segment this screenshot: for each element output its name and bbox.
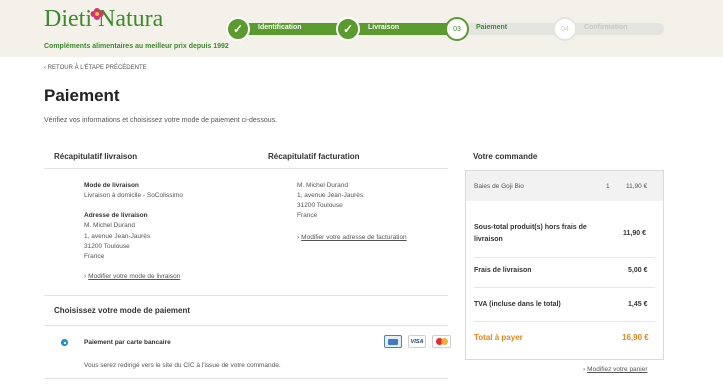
billing-address-line: France xyxy=(297,212,318,219)
brand-part-1: Dieti xyxy=(44,6,92,32)
divider xyxy=(474,257,655,258)
divider xyxy=(44,168,448,169)
step-4-number: 04 xyxy=(553,17,577,41)
step-2-label: Livraison xyxy=(368,24,400,31)
step-1-check-icon: ✓ xyxy=(226,17,250,41)
subtotal-label: Sous-total produit(s) hors frais de xyxy=(474,224,587,231)
brand-part-2: Natura xyxy=(98,6,164,32)
flower-logo-icon xyxy=(90,8,104,20)
tagline: Compléments alimentaires au meilleur pri… xyxy=(44,43,229,50)
shipping-label: Frais de livraison xyxy=(474,267,532,274)
delivery-mode-value: Livraison à domicile - SoColissimo xyxy=(84,192,183,199)
order-item-row: Baies de Goji Bio 1 11,90 € xyxy=(466,171,663,201)
chevron-right-icon: › xyxy=(297,234,300,241)
billing-summary-title: Récapitulatif facturation xyxy=(268,152,360,161)
intro-text: Vérifiez vos informations et choisissez … xyxy=(44,117,278,124)
tva-label: TVA (incluse dans le total) xyxy=(474,301,561,308)
order-summary-title: Votre commande xyxy=(473,152,538,161)
back-link[interactable]: ‹ RETOUR À L'ÉTAPE PRÉCÉDENTE xyxy=(44,65,147,71)
delivery-address-label: Adresse de livraison xyxy=(84,212,148,219)
step-4-label: Confirmation xyxy=(584,24,628,31)
header: Dieti Natura Compléments alimentaires au… xyxy=(0,0,723,57)
divider xyxy=(474,321,655,322)
modify-cart-label: Modifiez votre panier xyxy=(587,366,648,373)
divider xyxy=(44,378,448,379)
card-payment-note: Vous serez redirigé vers le site du CIC … xyxy=(84,362,281,369)
divider xyxy=(44,295,448,296)
order-item-price: 11,90 € xyxy=(626,183,648,190)
checkout-progress: ✓ Identification ✓ Livraison 03 Paiement… xyxy=(226,17,666,41)
divider xyxy=(44,325,448,326)
back-link-label: RETOUR À L'ÉTAPE PRÉCÉDENTE xyxy=(47,65,147,71)
billing-address-line: 1, avenue Jean-Jaurès xyxy=(297,192,364,199)
tva-value: 1,45 € xyxy=(628,301,648,308)
modify-billing-link[interactable]: › Modifier votre adresse de facturation xyxy=(297,234,407,241)
visa-card-icon: VISA xyxy=(408,335,426,348)
total-value: 16,90 € xyxy=(622,333,649,342)
cb-card-icon xyxy=(384,335,402,348)
delivery-address-line: M. Michel Durand xyxy=(84,222,135,229)
logo[interactable]: Dieti Natura Compléments alimentaires au… xyxy=(44,5,229,50)
subtotal-value: 11,90 € xyxy=(623,230,646,237)
delivery-address-line: France xyxy=(84,253,105,260)
chevron-right-icon: › xyxy=(84,273,87,280)
card-payment-label[interactable]: Paiement par carte bancaire xyxy=(84,338,171,348)
card-payment-radio[interactable] xyxy=(61,339,68,346)
divider xyxy=(474,287,655,288)
modify-delivery-link[interactable]: › Modifier votre mode de livraison xyxy=(84,273,180,280)
delivery-address-line: 31200 Toulouse xyxy=(84,243,130,250)
delivery-summary-title: Récapitulatif livraison xyxy=(54,152,138,161)
modify-cart-link[interactable]: › Modifiez votre panier xyxy=(583,366,648,373)
chevron-right-icon: › xyxy=(583,366,586,373)
order-summary-box: Baies de Goji Bio 1 11,90 € Sous-total p… xyxy=(465,170,664,360)
page-title: Paiement xyxy=(44,86,120,105)
order-item-qty: 1 xyxy=(606,183,610,190)
modify-delivery-label: Modifier votre mode de livraison xyxy=(88,273,181,280)
billing-address-line: 31200 Toulouse xyxy=(297,202,343,209)
delivery-mode-label: Mode de livraison xyxy=(84,182,139,189)
order-item-name: Baies de Goji Bio xyxy=(474,183,524,190)
shipping-value: 5,00 € xyxy=(628,267,648,274)
step-3-number: 03 xyxy=(445,17,469,41)
step-3-label: Paiement xyxy=(476,24,508,31)
delivery-address-line: 1, avenue Jean-Jaurès xyxy=(84,233,151,240)
total-label: Total à payer xyxy=(474,333,523,342)
mastercard-icon xyxy=(432,335,451,348)
modify-billing-label: Modifier votre adresse de facturation xyxy=(301,234,407,241)
billing-address-line: M. Michel Durand xyxy=(297,182,348,189)
step-1-label: Identification xyxy=(258,24,302,31)
step-2-check-icon: ✓ xyxy=(336,17,360,41)
payment-method-title: Choisissez votre mode de paiement xyxy=(54,306,191,315)
subtotal-label-cont: livraison xyxy=(474,236,503,243)
